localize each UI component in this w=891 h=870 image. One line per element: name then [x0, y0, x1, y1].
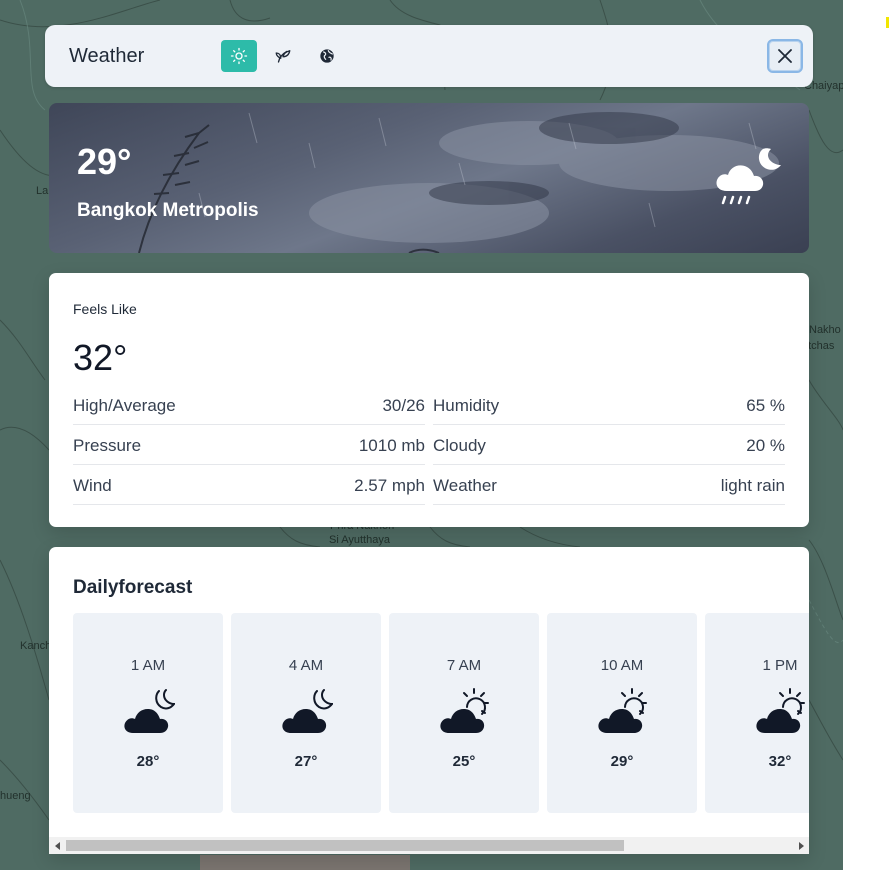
- forecast-time: 1 PM: [762, 657, 798, 674]
- forecast-item: 7 AM 25°: [389, 613, 539, 813]
- forecast-title: Dailyforecast: [73, 577, 193, 598]
- stat-row: Weather light rain: [433, 465, 785, 505]
- forecast-temp: 32°: [768, 753, 792, 770]
- stat-row: Cloudy 20 %: [433, 425, 785, 465]
- stat-value: 1010 mb: [358, 435, 425, 455]
- current-temperature: 29°: [77, 141, 132, 182]
- weather-panel-header: Weather: [45, 25, 813, 87]
- stat-label: Cloudy: [433, 435, 486, 455]
- map-strip: [200, 855, 410, 870]
- cloud-moon-icon: [124, 689, 175, 733]
- yellow-marker: [886, 17, 889, 28]
- tab-globe[interactable]: [309, 40, 345, 72]
- tab-weather[interactable]: [221, 40, 257, 72]
- caret-left-icon: [54, 841, 60, 850]
- globe-icon: [320, 49, 334, 63]
- forecast-scrollbar[interactable]: [49, 837, 809, 854]
- cloud-sun-icon: [598, 688, 647, 733]
- forecast-temp: 29°: [610, 753, 634, 770]
- daily-forecast-card: Dailyforecast 1 AM 28° 4 AM 27° 7 AM 25°…: [49, 547, 809, 854]
- city-name: Bangkok Metropolis: [77, 200, 259, 221]
- stat-label: High/Average: [73, 395, 176, 415]
- cloud-sun-icon: [440, 688, 489, 733]
- close-button[interactable]: [767, 39, 803, 73]
- scroll-right-button[interactable]: [792, 837, 809, 854]
- feels-like-label: Feels Like: [73, 301, 137, 317]
- forecast-time: 7 AM: [446, 657, 482, 674]
- forecast-item: 1 AM 28°: [73, 613, 223, 813]
- map-label: Kanch: [20, 640, 52, 652]
- leaf-icon: [275, 50, 291, 63]
- weather-details-card: Feels Like 32° High/Average 30/26 Humidi…: [49, 273, 809, 527]
- forecast-item: 1 PM 32°: [705, 613, 809, 813]
- stat-row: Wind 2.57 mph: [73, 465, 425, 505]
- feels-like-value: 32°: [73, 337, 128, 378]
- stat-label: Pressure: [73, 435, 142, 455]
- stat-label: Humidity: [433, 395, 500, 415]
- tab-air-quality[interactable]: [265, 40, 301, 72]
- stat-value: 65 %: [746, 395, 785, 415]
- forecast-temp: 27°: [294, 753, 318, 770]
- map-label: La: [36, 185, 49, 197]
- stat-value: 2.57 mph: [354, 475, 425, 495]
- forecast-time: 10 AM: [600, 657, 644, 674]
- stat-value: 30/26: [382, 395, 425, 415]
- stat-row: High/Average 30/26: [73, 385, 425, 425]
- forecast-item: 10 AM 29°: [547, 613, 697, 813]
- forecast-temp: 28°: [136, 753, 160, 770]
- forecast-time: 1 AM: [130, 657, 166, 674]
- stat-label: Weather: [433, 475, 497, 495]
- forecast-item: 4 AM 27°: [231, 613, 381, 813]
- sun-icon: [230, 47, 248, 65]
- stat-label: Wind: [73, 475, 112, 495]
- map-label: Nakho: [809, 324, 841, 336]
- cloud-rain-moon-icon: [716, 148, 781, 205]
- rain-background-image: [138, 112, 779, 253]
- stat-value: light rain: [720, 475, 785, 495]
- scrollbar-thumb[interactable]: [66, 840, 624, 851]
- map-label: hueng: [0, 790, 31, 802]
- map-label: Si Ayutthaya: [329, 534, 390, 546]
- caret-right-icon: [798, 841, 804, 850]
- stat-value: 20 %: [746, 435, 785, 455]
- cloud-sun-icon: [756, 688, 805, 733]
- close-icon: [778, 49, 792, 63]
- panel-title: Weather: [69, 45, 145, 67]
- forecast-temp: 25°: [452, 753, 476, 770]
- stat-row: Humidity 65 %: [433, 385, 785, 425]
- stat-row: Pressure 1010 mb: [73, 425, 425, 465]
- forecast-scroll-row[interactable]: 1 AM 28° 4 AM 27° 7 AM 25° 10 AM 29° 1 P…: [73, 613, 809, 813]
- forecast-time: 4 AM: [288, 657, 324, 674]
- current-weather-banner: 29° Bangkok Metropolis: [49, 103, 809, 253]
- stats-grid: High/Average 30/26 Humidity 65 % Pressur…: [73, 385, 785, 505]
- scroll-left-button[interactable]: [49, 837, 66, 854]
- cloud-moon-icon: [282, 689, 333, 733]
